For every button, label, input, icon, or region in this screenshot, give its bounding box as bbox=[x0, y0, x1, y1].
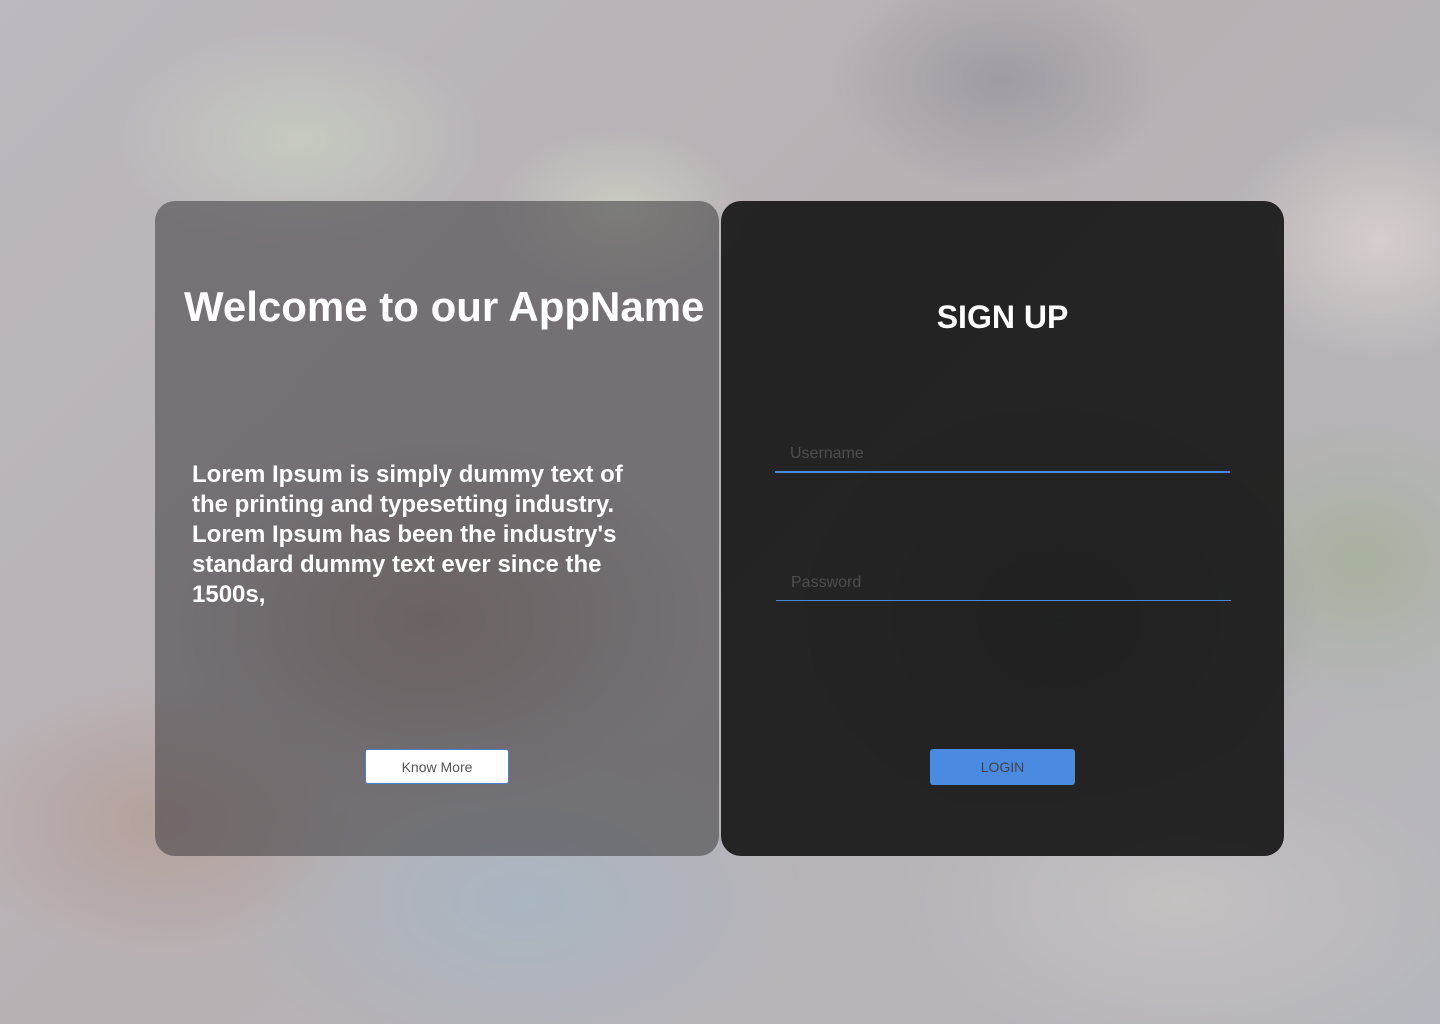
username-input[interactable] bbox=[775, 437, 1230, 473]
password-input[interactable] bbox=[776, 565, 1231, 601]
welcome-description: Lorem Ipsum is simply dummy text of the … bbox=[192, 461, 623, 608]
welcome-title: Welcome to our AppName bbox=[184, 283, 705, 330]
know-more-button[interactable]: Know More bbox=[365, 749, 509, 784]
signup-title: SIGN UP bbox=[936, 299, 1069, 335]
signup-panel: SIGN UP LOGIN bbox=[721, 201, 1284, 856]
welcome-panel: Welcome to our AppName Lorem Ipsum is si… bbox=[155, 201, 719, 856]
login-button[interactable]: LOGIN bbox=[930, 749, 1075, 785]
